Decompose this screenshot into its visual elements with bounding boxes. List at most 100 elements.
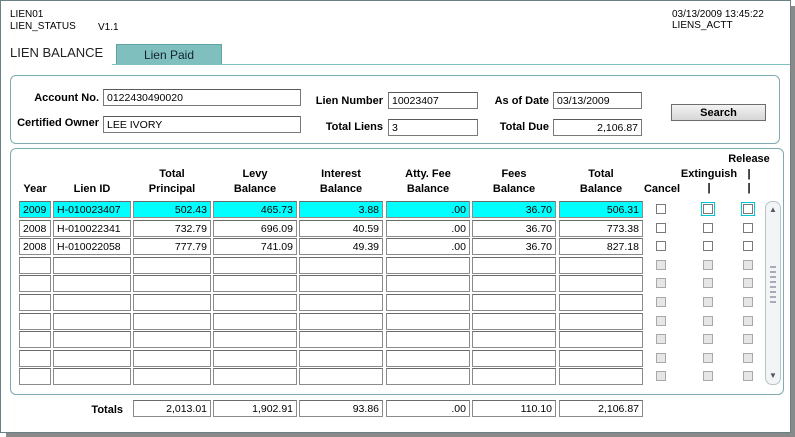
cell-atty[interactable]: .00 — [386, 238, 470, 255]
cell-levy[interactable] — [213, 275, 297, 292]
total-liens-input[interactable]: 3 — [388, 119, 478, 136]
cell-principal[interactable] — [133, 294, 211, 311]
cell-atty[interactable]: .00 — [386, 201, 470, 218]
total-due-input[interactable]: 2,106.87 — [553, 119, 642, 136]
extinguish-checkbox[interactable] — [703, 241, 713, 251]
release-checkbox[interactable] — [741, 202, 755, 216]
cell-interest[interactable]: 49.39 — [299, 238, 383, 255]
cell-atty[interactable] — [386, 368, 470, 385]
scroll-grip-icon[interactable] — [770, 266, 776, 306]
cell-principal[interactable]: 732.79 — [133, 220, 211, 237]
tab-lien-balance[interactable]: LIEN BALANCE — [6, 42, 116, 64]
cell-lien-id[interactable] — [53, 350, 131, 367]
cell-year[interactable] — [19, 294, 51, 311]
cell-levy[interactable] — [213, 294, 297, 311]
cell-total[interactable] — [559, 294, 643, 311]
cell-fees[interactable] — [472, 313, 556, 330]
cell-total[interactable] — [559, 350, 643, 367]
cell-lien-id[interactable] — [53, 313, 131, 330]
cell-interest[interactable] — [299, 257, 383, 274]
cell-atty[interactable] — [386, 350, 470, 367]
cell-levy[interactable]: 696.09 — [213, 220, 297, 237]
cell-atty[interactable] — [386, 257, 470, 274]
cell-fees[interactable] — [472, 294, 556, 311]
release-checkbox[interactable] — [743, 241, 753, 251]
cell-principal[interactable] — [133, 275, 211, 292]
cell-atty[interactable]: .00 — [386, 220, 470, 237]
cell-fees[interactable]: 36.70 — [472, 238, 556, 255]
cell-levy[interactable]: 465.73 — [213, 201, 297, 218]
cancel-checkbox[interactable] — [656, 223, 666, 233]
cell-levy[interactable]: 741.09 — [213, 238, 297, 255]
cell-fees[interactable] — [472, 331, 556, 348]
cancel-checkbox[interactable] — [656, 241, 666, 251]
cell-fees[interactable] — [472, 368, 556, 385]
account-input[interactable]: 0122430490020 — [103, 89, 301, 106]
cell-year[interactable]: 2008 — [19, 220, 51, 237]
cell-lien-id[interactable] — [53, 368, 131, 385]
cell-interest[interactable] — [299, 331, 383, 348]
cell-fees[interactable]: 36.70 — [472, 201, 556, 218]
grid-scrollbar[interactable]: ▲ ▼ — [765, 201, 781, 385]
cell-interest[interactable] — [299, 275, 383, 292]
cell-principal[interactable]: 502.43 — [133, 201, 211, 218]
cell-interest[interactable] — [299, 368, 383, 385]
cell-fees[interactable] — [472, 257, 556, 274]
cell-lien-id[interactable] — [53, 294, 131, 311]
cell-lien-id[interactable]: H-010022341 — [53, 220, 131, 237]
cell-year[interactable] — [19, 313, 51, 330]
cell-levy[interactable] — [213, 313, 297, 330]
scroll-down-icon[interactable]: ▼ — [768, 371, 778, 381]
cell-levy[interactable] — [213, 331, 297, 348]
cell-lien-id[interactable] — [53, 275, 131, 292]
cell-principal[interactable] — [133, 368, 211, 385]
scroll-up-icon[interactable]: ▲ — [768, 205, 778, 215]
cell-principal[interactable]: 777.79 — [133, 238, 211, 255]
cell-total[interactable]: 827.18 — [559, 238, 643, 255]
lien-number-input[interactable]: 10023407 — [388, 92, 478, 109]
cell-levy[interactable] — [213, 350, 297, 367]
cell-year[interactable] — [19, 350, 51, 367]
cell-year[interactable] — [19, 275, 51, 292]
cell-fees[interactable] — [472, 350, 556, 367]
cell-fees[interactable]: 36.70 — [472, 220, 556, 237]
cell-lien-id[interactable]: H-010022058 — [53, 238, 131, 255]
cell-atty[interactable] — [386, 331, 470, 348]
cell-atty[interactable] — [386, 313, 470, 330]
cell-lien-id[interactable] — [53, 331, 131, 348]
cell-interest[interactable] — [299, 294, 383, 311]
cell-interest[interactable] — [299, 350, 383, 367]
cell-total[interactable] — [559, 331, 643, 348]
cell-year[interactable] — [19, 331, 51, 348]
cell-total[interactable]: 506.31 — [559, 201, 643, 218]
cell-atty[interactable] — [386, 294, 470, 311]
cell-principal[interactable] — [133, 313, 211, 330]
cell-total[interactable] — [559, 368, 643, 385]
extinguish-checkbox[interactable] — [701, 202, 715, 216]
cell-principal[interactable] — [133, 350, 211, 367]
owner-input[interactable]: LEE IVORY — [103, 116, 301, 133]
cell-lien-id[interactable]: H-010023407 — [53, 201, 131, 218]
cell-fees[interactable] — [472, 275, 556, 292]
tab-lien-paid[interactable]: Lien Paid — [116, 44, 222, 65]
cell-lien-id[interactable] — [53, 257, 131, 274]
search-button[interactable]: Search — [671, 104, 766, 121]
cell-year[interactable] — [19, 368, 51, 385]
extinguish-checkbox[interactable] — [703, 223, 713, 233]
cell-levy[interactable] — [213, 257, 297, 274]
cell-year[interactable]: 2008 — [19, 238, 51, 255]
cell-principal[interactable] — [133, 257, 211, 274]
cell-total[interactable]: 773.38 — [559, 220, 643, 237]
cell-interest[interactable]: 3.88 — [299, 201, 383, 218]
cell-year[interactable] — [19, 257, 51, 274]
cell-interest[interactable] — [299, 313, 383, 330]
as-of-input[interactable]: 03/13/2009 — [553, 92, 642, 109]
cell-levy[interactable] — [213, 368, 297, 385]
cell-atty[interactable] — [386, 275, 470, 292]
cell-interest[interactable]: 40.59 — [299, 220, 383, 237]
cell-total[interactable] — [559, 313, 643, 330]
cell-year[interactable]: 2009 — [19, 201, 51, 218]
cell-total[interactable] — [559, 275, 643, 292]
cancel-checkbox[interactable] — [656, 204, 666, 214]
cell-principal[interactable] — [133, 331, 211, 348]
